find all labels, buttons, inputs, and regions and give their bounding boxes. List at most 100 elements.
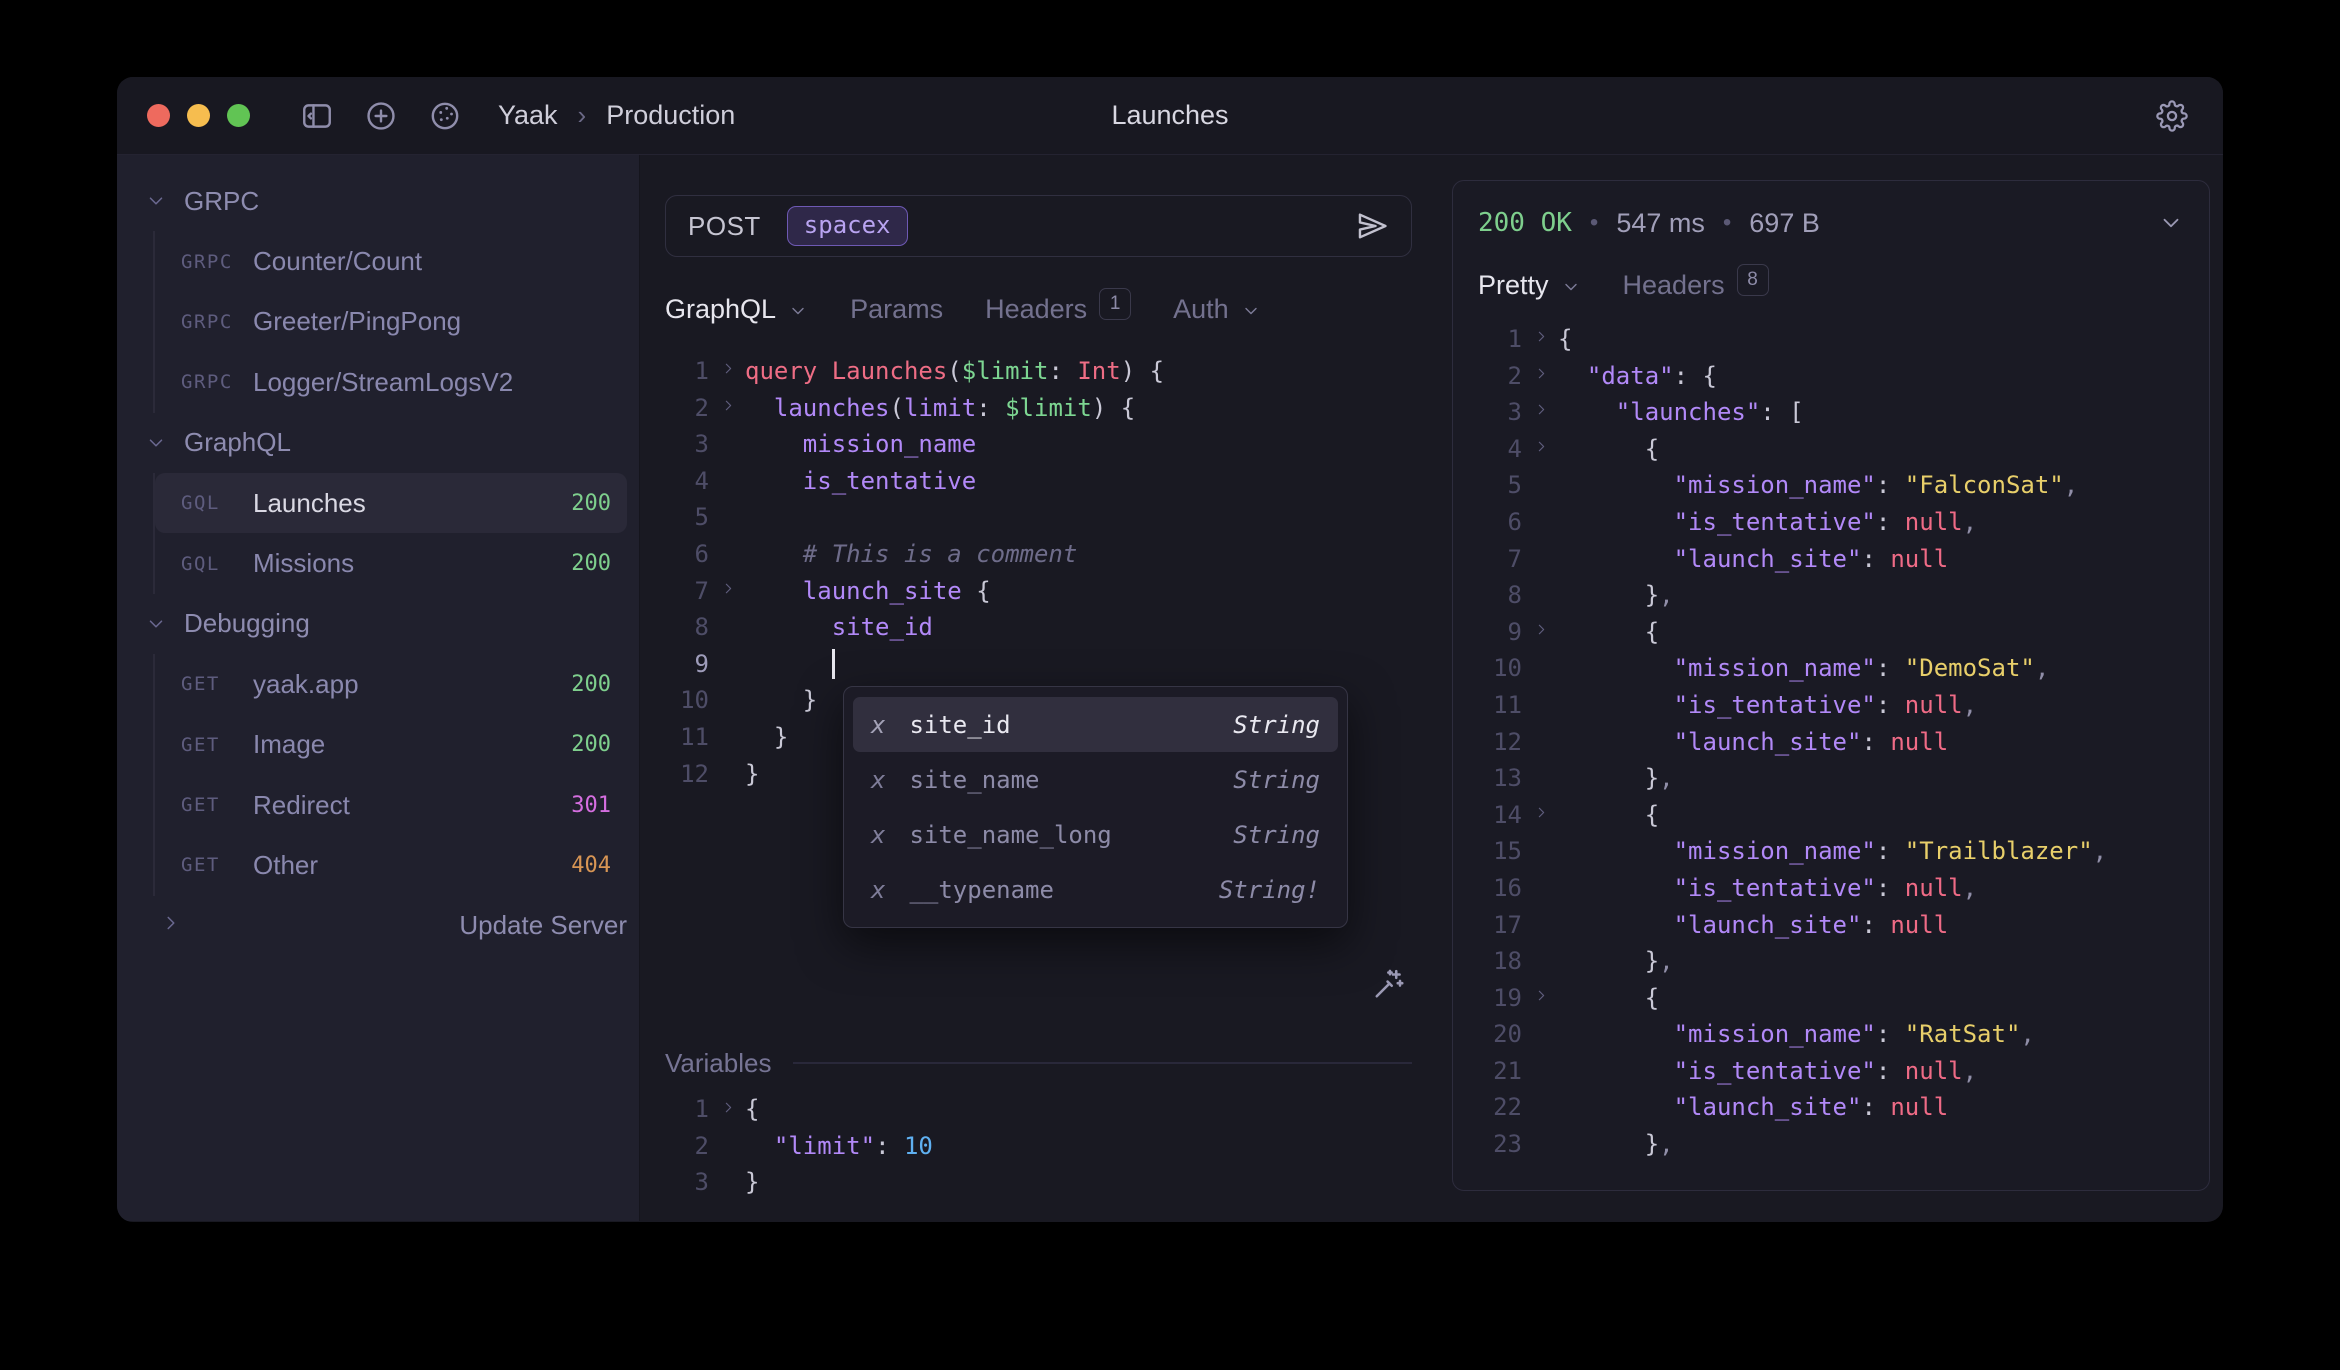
line-number: 1 — [665, 353, 709, 390]
response-status: 200 OK — [1478, 208, 1572, 238]
field-kind-icon: x — [871, 876, 885, 904]
token: : — [1876, 654, 1905, 682]
response-area: 200 OK • 547 ms • 697 B Pretty Headers8 1… — [1437, 155, 2223, 1221]
line-content: "launch_site": null — [1558, 541, 2184, 578]
tab-count-badge: 1 — [1099, 288, 1131, 320]
token: : — [875, 1132, 904, 1160]
request-status-badge: 200 — [571, 491, 611, 516]
token — [745, 1132, 774, 1160]
sidebar-item-redirect[interactable]: GETRedirect301 — [155, 775, 627, 835]
code-line: 3} — [665, 1164, 1412, 1201]
line-number: 7 — [1478, 541, 1522, 578]
cookie-icon[interactable] — [424, 95, 466, 137]
sidebar-item-image[interactable]: GETImage200 — [155, 715, 627, 775]
sidebar-item-greeter-pingpong[interactable]: GRPCGreeter/PingPong — [155, 292, 627, 352]
line-content: "launch_site": null — [1558, 724, 2184, 761]
panel-left-icon[interactable] — [296, 95, 338, 137]
folder-label: Update Server — [459, 910, 627, 941]
response-menu-chevron[interactable] — [2158, 210, 2184, 236]
token: { — [1558, 435, 1659, 463]
token: ( — [890, 394, 904, 422]
token: "mission_name" — [1674, 1020, 1876, 1048]
token: : — [1876, 1057, 1905, 1085]
sidebar-folder-graphql[interactable]: GraphQL — [131, 413, 627, 473]
autocomplete-item-site-name-long[interactable]: xsite_name_longString — [853, 807, 1338, 862]
sidebar-item-missions[interactable]: GQLMissions200 — [155, 533, 627, 593]
token: , — [1963, 1057, 1977, 1085]
request-tab-auth[interactable]: Auth — [1173, 294, 1261, 325]
add-plus-circle-icon[interactable] — [360, 95, 402, 137]
workspace-name[interactable]: Production — [606, 100, 735, 131]
sidebar-folder-grpc[interactable]: GRPC — [131, 171, 627, 231]
request-status-badge: 200 — [571, 732, 611, 757]
token: "mission_name" — [1674, 654, 1876, 682]
send-request-button[interactable] — [1355, 209, 1389, 243]
autocomplete-item-typename[interactable]: x__typenameString! — [853, 862, 1338, 917]
zoom-button[interactable] — [227, 104, 250, 127]
line-number: 11 — [665, 719, 709, 756]
token: "launch_site" — [1674, 1093, 1862, 1121]
line-content: "mission_name": "Trailblazer", — [1558, 833, 2184, 870]
close-button[interactable] — [147, 104, 170, 127]
gutter-fold — [709, 756, 745, 793]
token: } — [1558, 581, 1659, 609]
token: : — [1876, 837, 1905, 865]
token — [1558, 471, 1674, 499]
line-content: "is_tentative": null, — [1558, 870, 2184, 907]
line-number: 6 — [665, 536, 709, 573]
line-content: "mission_name": "DemoSat", — [1558, 650, 2184, 687]
request-tab-params[interactable]: Params — [850, 294, 943, 325]
response-tab-pretty[interactable]: Pretty — [1478, 270, 1581, 301]
gutter-fold — [1522, 504, 1558, 541]
sidebar-item-counter-count[interactable]: GRPCCounter/Count — [155, 231, 627, 291]
format-button[interactable] — [1370, 967, 1406, 1003]
variables-editor[interactable]: 1{2 "limit": 103} — [665, 1091, 1412, 1201]
response-tab-headers[interactable]: Headers8 — [1623, 270, 1769, 301]
sidebar-folder-update-server[interactable]: Update Server — [131, 896, 627, 956]
settings-gear-icon[interactable] — [2151, 95, 2193, 137]
request-label: Greeter/PingPong — [253, 306, 461, 337]
token: } — [1558, 764, 1659, 792]
url-environment-pill[interactable]: spacex — [787, 206, 908, 246]
minimize-button[interactable] — [187, 104, 210, 127]
autocomplete-type: String — [1233, 766, 1320, 794]
sidebar-item-yaak-app[interactable]: GETyaak.app200 — [155, 654, 627, 714]
autocomplete-item-site-id[interactable]: xsite_idString — [853, 697, 1338, 752]
request-tabs: GraphQL Params Headers1 Auth — [665, 287, 1412, 331]
token: : — [1876, 1020, 1905, 1048]
sidebar-item-logger-streamlogsv2[interactable]: GRPCLogger/StreamLogsV2 — [155, 352, 627, 412]
line-content: { — [1558, 980, 2184, 1017]
request-tab-graphql[interactable]: GraphQL — [665, 294, 808, 325]
graphql-editor[interactable]: 1query Launches($limit: Int) {2 launches… — [665, 353, 1412, 1043]
gutter-fold — [709, 1128, 745, 1165]
gutter-fold — [709, 390, 745, 427]
token: null — [1890, 911, 1948, 939]
autocomplete-item-site-name[interactable]: xsite_nameString — [853, 752, 1338, 807]
token: , — [2093, 837, 2107, 865]
token: } — [745, 1168, 759, 1196]
sidebar-folder-debugging[interactable]: Debugging — [131, 594, 627, 654]
token: : — [1861, 728, 1890, 756]
url-bar[interactable]: POST spacex — [665, 195, 1412, 257]
sidebar-item-launches[interactable]: GQLLaunches200 — [155, 473, 627, 533]
response-body[interactable]: 1{2 "data": {3 "launches": [4 {5 "missio… — [1478, 321, 2184, 1170]
code-line: 18 }, — [1478, 943, 2184, 980]
response-header: 200 OK • 547 ms • 697 B — [1478, 201, 2184, 245]
line-number: 12 — [1478, 724, 1522, 761]
line-content: site_id — [745, 609, 1412, 646]
sidebar: GRPCGRPCCounter/CountGRPCGreeter/PingPon… — [117, 155, 640, 1221]
token: } — [745, 760, 759, 788]
code-line: 5 — [665, 499, 1412, 536]
token: , — [1659, 947, 1673, 975]
line-content: }, — [1558, 760, 2184, 797]
code-line: 9 { — [1478, 614, 2184, 651]
request-tab-headers[interactable]: Headers1 — [985, 294, 1131, 325]
line-content: }, — [1558, 1126, 2184, 1163]
request-label: Other — [253, 850, 318, 881]
request-pane: POST spacex GraphQL Params Headers1 Auth 1q… — [640, 155, 1437, 1221]
tab-label: GraphQL — [665, 294, 776, 325]
line-number: 22 — [1478, 1089, 1522, 1126]
code-line: 7 launch_site { — [665, 573, 1412, 610]
app-name[interactable]: Yaak — [498, 100, 558, 131]
chevron-down-icon — [1561, 277, 1581, 297]
